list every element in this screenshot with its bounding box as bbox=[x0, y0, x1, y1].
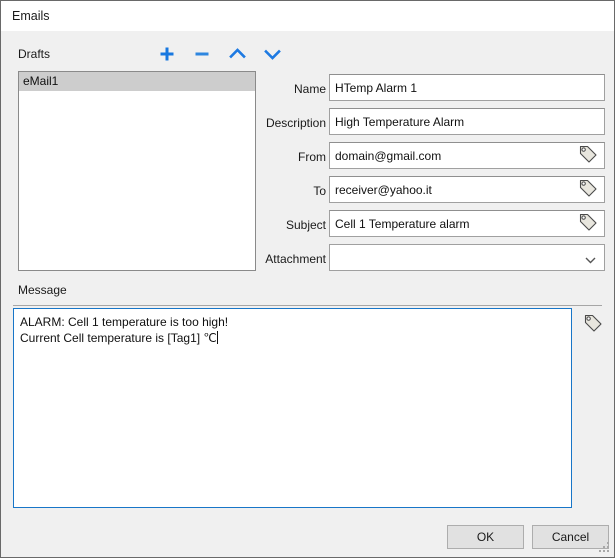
attachment-select[interactable] bbox=[329, 244, 605, 271]
text-caret bbox=[216, 331, 218, 344]
subject-input[interactable] bbox=[329, 210, 605, 237]
from-label: From bbox=[298, 150, 326, 164]
drafts-label: Drafts bbox=[18, 47, 51, 61]
from-tag-picker-button[interactable] bbox=[572, 143, 603, 168]
field-row-description: Description bbox=[259, 107, 607, 141]
window-title: Emails bbox=[12, 9, 50, 23]
tag-picker-icon bbox=[577, 178, 599, 202]
move-up-button[interactable] bbox=[226, 42, 248, 66]
to-label: To bbox=[313, 184, 326, 198]
from-input[interactable] bbox=[329, 142, 605, 169]
emails-dialog: Emails Drafts eMail1 Name HTemp Alarm 1 … bbox=[0, 0, 615, 558]
field-row-attachment: Attachment bbox=[259, 243, 607, 277]
chevron-up-icon bbox=[228, 46, 246, 62]
remove-draft-button[interactable] bbox=[191, 42, 213, 66]
title-bar: Emails bbox=[1, 1, 614, 31]
plus-icon bbox=[159, 46, 175, 62]
move-down-button[interactable] bbox=[261, 42, 283, 66]
field-row-to: To bbox=[259, 175, 607, 209]
chevron-down-icon bbox=[585, 254, 596, 264]
email-form: Name Description From bbox=[259, 73, 607, 277]
field-row-name: Name bbox=[259, 73, 607, 107]
to-tag-picker-button[interactable] bbox=[572, 177, 603, 202]
message-label: Message bbox=[18, 283, 67, 297]
subject-label: Subject bbox=[285, 218, 326, 232]
list-item[interactable]: eMail1 bbox=[19, 72, 255, 91]
name-label: Name bbox=[293, 82, 326, 96]
message-separator bbox=[13, 305, 602, 306]
subject-tag-picker-button[interactable] bbox=[572, 211, 603, 236]
dialog-body: Drafts eMail1 Name HTemp Alarm 1 Descrip… bbox=[1, 31, 614, 557]
tag-picker-icon bbox=[582, 313, 604, 337]
field-row-subject: Subject bbox=[259, 209, 607, 243]
cancel-button[interactable]: Cancel bbox=[532, 525, 609, 549]
message-line-2: Current Cell temperature is [Tag1] ℃ bbox=[20, 331, 217, 345]
description-input[interactable] bbox=[329, 108, 605, 135]
attachment-label: Attachment bbox=[265, 252, 326, 266]
tag-picker-icon bbox=[577, 212, 599, 236]
field-row-from: From bbox=[259, 141, 607, 175]
name-input[interactable] bbox=[329, 74, 605, 101]
description-label: Description bbox=[265, 116, 326, 130]
minus-icon bbox=[194, 46, 210, 62]
message-line-1: ALARM: Cell 1 temperature is too high! bbox=[20, 315, 229, 329]
message-textarea[interactable]: ALARM: Cell 1 temperature is too high! C… bbox=[13, 308, 572, 508]
drafts-toolbar bbox=[156, 41, 283, 67]
add-draft-button[interactable] bbox=[156, 42, 178, 66]
tag-picker-icon bbox=[577, 144, 599, 168]
chevron-down-icon bbox=[263, 46, 281, 62]
resize-grip[interactable] bbox=[599, 542, 611, 554]
ok-button[interactable]: OK bbox=[447, 525, 524, 549]
message-tag-picker-button[interactable] bbox=[578, 312, 608, 338]
drafts-list[interactable]: eMail1 bbox=[18, 71, 256, 271]
to-input[interactable] bbox=[329, 176, 605, 203]
